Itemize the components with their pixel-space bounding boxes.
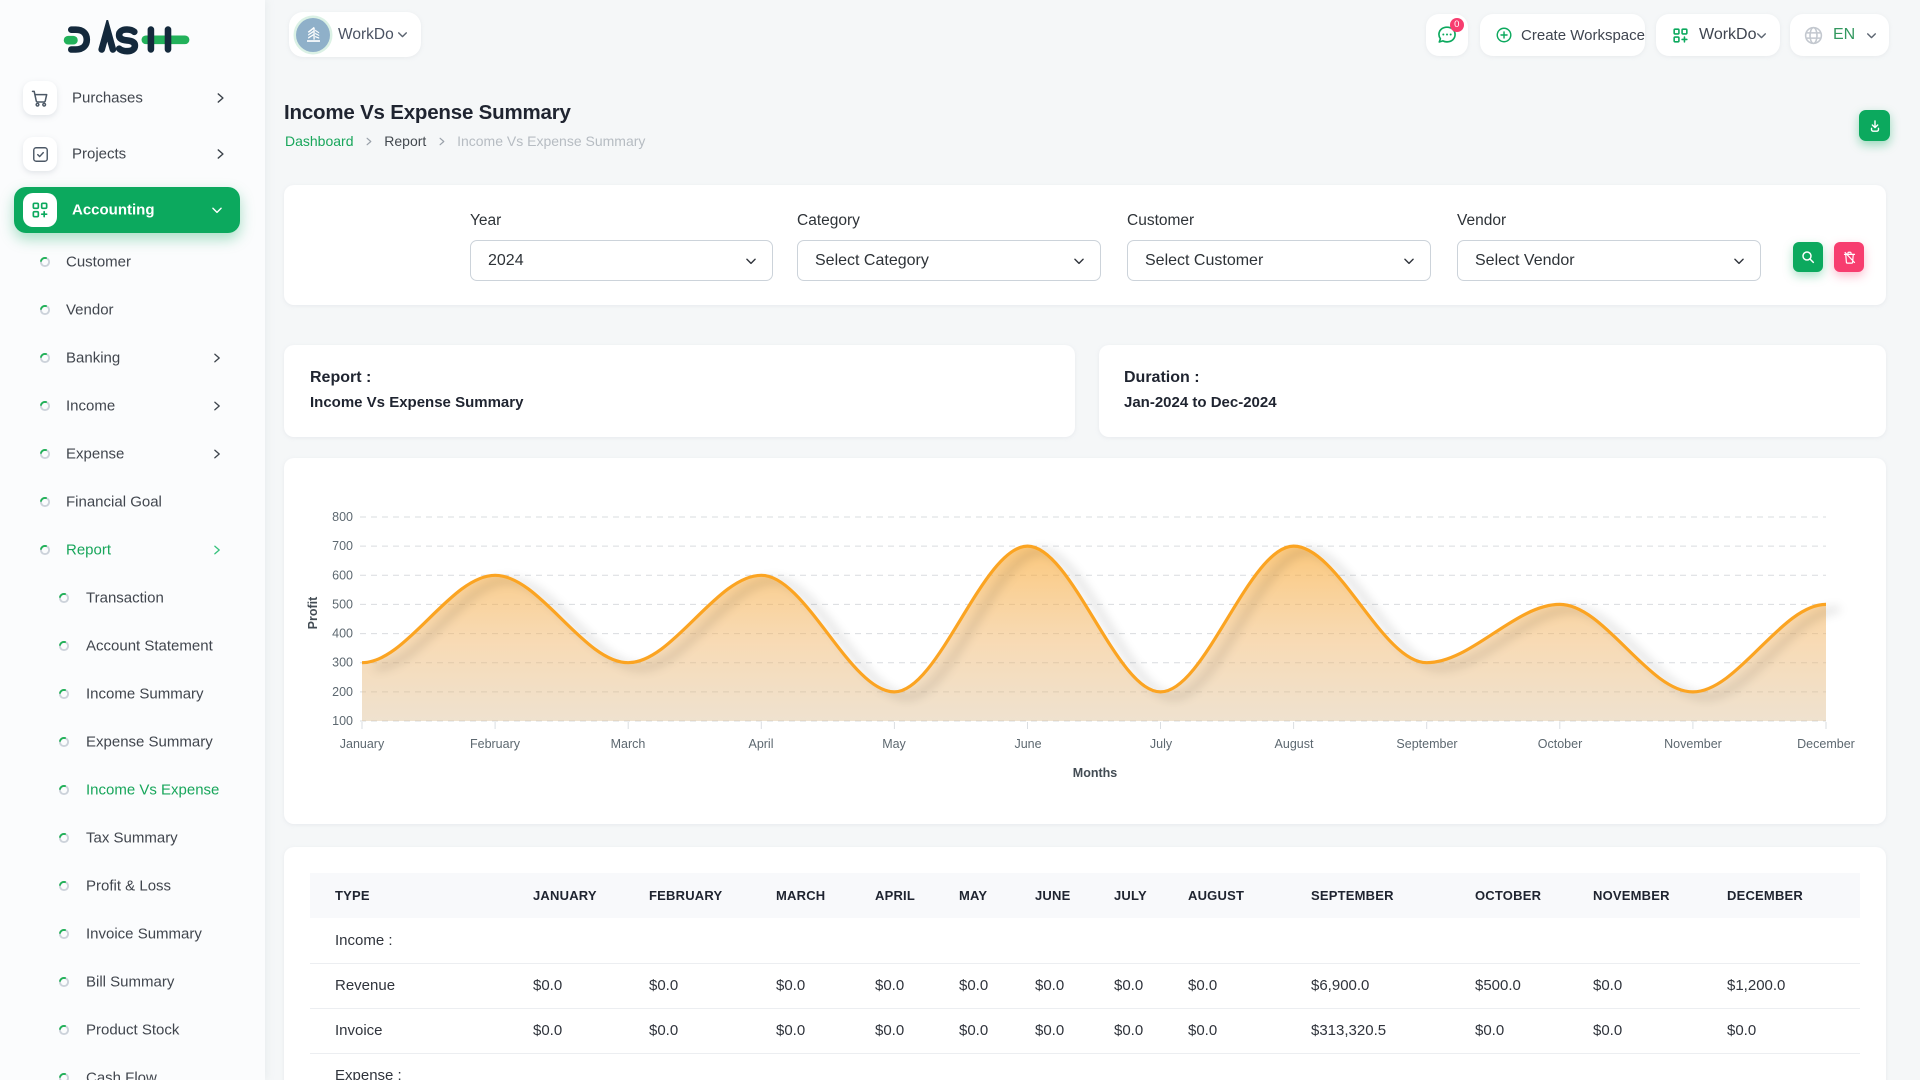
svg-text:September: September — [1396, 737, 1457, 751]
svg-text:Months: Months — [1073, 766, 1117, 780]
svg-text:October: October — [1538, 737, 1582, 751]
svg-text:April: April — [748, 737, 773, 751]
svg-text:November: November — [1664, 737, 1722, 751]
svg-text:June: June — [1014, 737, 1041, 751]
svg-text:500: 500 — [332, 597, 353, 611]
svg-text:200: 200 — [332, 685, 353, 699]
svg-text:100: 100 — [332, 714, 353, 728]
svg-text:Profit: Profit — [306, 596, 320, 629]
svg-text:300: 300 — [332, 656, 353, 670]
svg-text:800: 800 — [332, 510, 353, 524]
svg-text:December: December — [1797, 737, 1855, 751]
svg-text:February: February — [470, 737, 521, 751]
svg-text:March: March — [611, 737, 646, 751]
svg-text:July: July — [1150, 737, 1173, 751]
svg-text:August: August — [1275, 737, 1314, 751]
svg-text:May: May — [882, 737, 906, 751]
svg-text:600: 600 — [332, 568, 353, 582]
svg-text:700: 700 — [332, 539, 353, 553]
svg-text:January: January — [340, 737, 385, 751]
svg-text:400: 400 — [332, 627, 353, 641]
